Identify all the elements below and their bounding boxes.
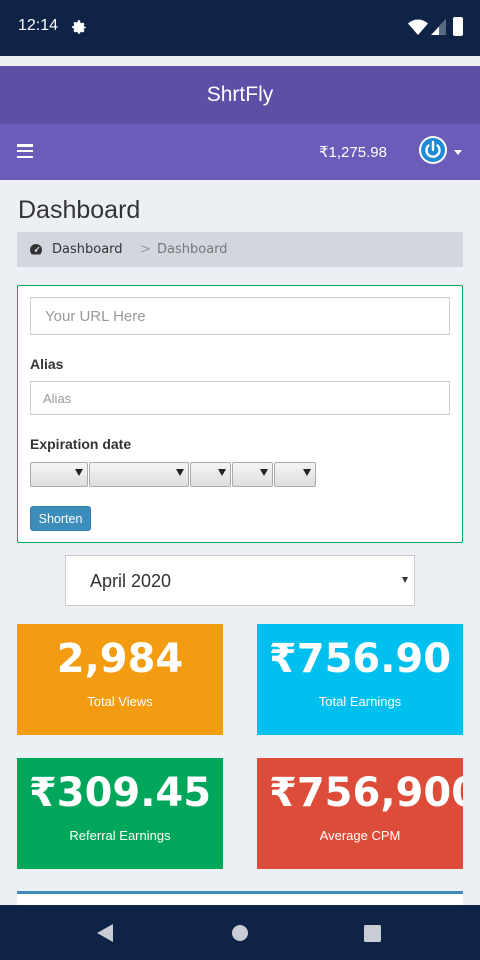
home-icon[interactable] <box>231 924 249 942</box>
expiration-hour-select[interactable] <box>232 462 273 487</box>
page-title: Dashboard <box>18 196 141 224</box>
shorten-button[interactable]: Shorten <box>30 506 91 531</box>
recents-icon[interactable] <box>364 925 381 942</box>
url-input[interactable] <box>30 297 450 335</box>
stat-value: 2,984 <box>56 636 184 682</box>
expiration-year-select[interactable] <box>190 462 231 487</box>
stat-label: Referral Earnings <box>69 828 171 843</box>
stat-label: Average CPM <box>319 828 401 843</box>
user-menu-button[interactable] <box>419 136 463 166</box>
breadcrumb-item-current: Dashboard <box>157 242 228 257</box>
alias-input[interactable] <box>30 381 450 415</box>
system-navigation-bar <box>0 905 480 960</box>
chevron-down-icon <box>176 469 184 476</box>
stat-label: Total Views <box>87 694 153 709</box>
chevron-down-icon <box>218 469 226 476</box>
chevron-down-icon <box>303 469 311 476</box>
chevron-down-icon <box>454 150 462 155</box>
stat-card-average-cpm: ₹756,900.0 Average CPM <box>257 758 463 869</box>
chevron-down-icon <box>260 469 268 476</box>
shorten-form: Alias Expiration date Shorten <box>17 285 463 543</box>
stat-card-total-earnings: ₹756.90 Total Earnings <box>257 624 463 735</box>
stat-value: ₹309.45 <box>28 770 212 816</box>
month-select-value: April 2020 <box>90 571 172 591</box>
balance-display: ₹1,275.98 <box>319 144 387 161</box>
expiration-day-select[interactable] <box>89 462 189 487</box>
stat-label: Total Earnings <box>318 694 402 709</box>
back-icon[interactable] <box>96 923 114 943</box>
expiration-minute-select[interactable] <box>274 462 316 487</box>
battery-icon <box>453 17 463 36</box>
status-time: 12:14 <box>18 17 59 34</box>
status-bar: 12:14 <box>0 0 480 56</box>
power-icon <box>421 138 445 162</box>
breadcrumb: Dashboard > Dashboard <box>17 232 463 267</box>
breadcrumb-separator: > <box>140 242 151 257</box>
expiration-date-label: Expiration date <box>30 436 132 452</box>
chevron-down-icon <box>402 577 408 583</box>
chevron-down-icon <box>75 469 83 476</box>
stat-card-referral-earnings: ₹309.45 Referral Earnings <box>17 758 223 869</box>
wifi-icon <box>408 19 428 35</box>
app-title: ShrtFly <box>0 66 480 124</box>
hamburger-icon[interactable] <box>17 144 33 159</box>
month-select[interactable]: April 2020 <box>65 555 415 606</box>
breadcrumb-item-dashboard[interactable]: Dashboard <box>52 242 123 257</box>
alias-label: Alias <box>30 356 64 372</box>
stat-card-total-views: 2,984 Total Views <box>17 624 223 735</box>
top-navbar: ₹1,275.98 <box>0 124 480 180</box>
expiration-month-select[interactable] <box>30 462 88 487</box>
chart-box-header <box>17 891 463 905</box>
avatar <box>419 136 447 164</box>
gear-icon <box>72 20 86 34</box>
signal-icon <box>431 19 446 35</box>
stat-value: ₹756.90 <box>268 636 452 682</box>
dashboard-icon <box>30 244 42 255</box>
stat-value: ₹756,900.0 <box>269 770 463 816</box>
